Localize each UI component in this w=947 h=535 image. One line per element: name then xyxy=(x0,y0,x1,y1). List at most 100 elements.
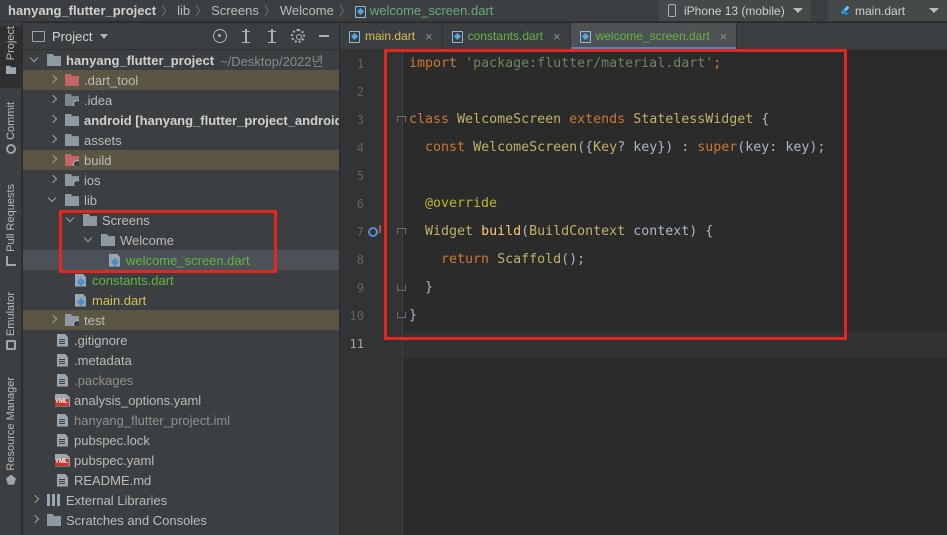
dart-file-icon xyxy=(451,30,463,43)
toolwindow-tab-project[interactable]: Project xyxy=(0,26,22,88)
toolwindow-tab-pull-requests[interactable]: Pull Requests xyxy=(0,184,22,284)
tree-item-ios[interactable]: ios xyxy=(23,170,339,190)
fold-icon[interactable] xyxy=(397,228,406,237)
tree-item-project-root[interactable]: hanyang_flutter_project ~/Desktop/2022년 xyxy=(23,50,339,70)
chevron-right-icon[interactable] xyxy=(49,136,57,144)
chevron-right-icon[interactable] xyxy=(49,316,57,324)
chevron-down-icon[interactable] xyxy=(85,236,93,244)
tree-item-gitignore[interactable]: .gitignore xyxy=(23,330,339,350)
excluded-folder-icon xyxy=(65,154,79,166)
breadcrumb-lib[interactable]: lib xyxy=(177,3,190,18)
fold-icon[interactable] xyxy=(397,116,406,125)
fold-icon[interactable] xyxy=(397,309,406,318)
tree-item-scratches[interactable]: Scratches and Consoles xyxy=(23,510,339,530)
code-token: (); xyxy=(561,252,586,267)
tree-item-metadata[interactable]: .metadata xyxy=(23,350,339,370)
tree-item-packages[interactable]: .packages xyxy=(23,370,339,390)
device-selector[interactable]: iPhone 13 (mobile) xyxy=(659,0,811,21)
tree-item-pubspec-lock[interactable]: pubspec.lock xyxy=(23,430,339,450)
chevron-right-icon[interactable] xyxy=(49,96,57,104)
breadcrumb-welcome[interactable]: Welcome xyxy=(280,3,334,18)
toolwindow-tab-label: Resource Manager xyxy=(5,377,17,471)
collapse-all-icon[interactable] xyxy=(265,29,279,43)
tree-item-test[interactable]: test xyxy=(23,310,339,330)
tree-item-pubspec-yaml[interactable]: pubspec.yaml xyxy=(23,450,339,470)
code-token: class xyxy=(409,112,450,127)
expand-all-icon[interactable] xyxy=(239,29,253,43)
file-icon xyxy=(57,353,68,367)
file-icon xyxy=(57,433,68,447)
pull-request-icon xyxy=(6,255,16,266)
tree-item-main-dart[interactable]: main.dart xyxy=(23,290,339,310)
tree-item-screens[interactable]: Screens xyxy=(23,210,339,230)
code-editor[interactable]: 1 2 3 4 5 6 7 8 9 10 11 import 'package:… xyxy=(340,50,947,535)
select-opened-file-icon[interactable] xyxy=(213,29,227,43)
tab-constants-dart[interactable]: constants.dart × xyxy=(443,23,571,49)
close-icon[interactable]: × xyxy=(553,29,561,44)
tree-item-external-libraries[interactable]: External Libraries xyxy=(23,490,339,510)
chevron-right-icon[interactable] xyxy=(49,76,57,84)
tree-item-constants-dart[interactable]: constants.dart xyxy=(23,270,339,290)
minimize-icon[interactable] xyxy=(317,29,331,43)
tree-item-readme[interactable]: README.md xyxy=(23,470,339,490)
chevron-down-icon[interactable] xyxy=(31,56,39,64)
breadcrumb-file[interactable]: welcome_screen.dart xyxy=(370,3,494,18)
close-icon[interactable]: × xyxy=(720,29,728,44)
close-icon[interactable]: × xyxy=(425,29,433,44)
gear-icon[interactable] xyxy=(291,29,305,43)
tree-item-label: hanyang_flutter_project.iml xyxy=(74,412,231,428)
chevron-down-icon[interactable] xyxy=(100,33,109,39)
toolwindow-tab-resource-manager[interactable]: Resource Manager xyxy=(0,377,22,497)
tree-item-iml[interactable]: hanyang_flutter_project.iml xyxy=(23,410,339,430)
code-line-4: const WelcomeScreen({Key? key}) : super(… xyxy=(409,140,825,155)
chevron-right-icon[interactable] xyxy=(49,156,57,164)
code-line-6: @override xyxy=(409,196,497,211)
breadcrumb-project[interactable]: hanyang_flutter_project xyxy=(8,3,156,18)
tab-welcome-screen-dart[interactable]: welcome_screen.dart × xyxy=(570,23,738,50)
chevron-right-icon[interactable] xyxy=(49,116,57,124)
tree-item-android[interactable]: android [hanyang_flutter_project_android… xyxy=(23,110,339,130)
code-token: super xyxy=(697,140,738,155)
toolwindow-tab-emulator[interactable]: Emulator xyxy=(0,292,22,377)
tree-item-idea[interactable]: .idea xyxy=(23,90,339,110)
tree-item-label: hanyang_flutter_project xyxy=(66,52,215,68)
tree-item-lib[interactable]: lib xyxy=(23,190,339,210)
run-configuration-selector[interactable]: main.dart xyxy=(828,0,947,21)
yaml-file-icon xyxy=(55,453,70,467)
fold-icon[interactable] xyxy=(397,282,406,291)
chevron-down-icon[interactable] xyxy=(67,216,75,224)
tree-item-welcome-screen-dart[interactable]: welcome_screen.dart xyxy=(23,250,339,270)
chevron-right-icon[interactable] xyxy=(49,176,57,184)
tree-item-assets[interactable]: assets xyxy=(23,130,339,150)
code-token: (key: key); xyxy=(737,140,826,155)
chevron-right-icon[interactable] xyxy=(31,496,39,504)
override-method-icon[interactable] xyxy=(368,225,381,237)
code-token: build xyxy=(481,224,522,239)
tree-item-build[interactable]: build xyxy=(23,150,339,170)
breadcrumb-separator: 〉 xyxy=(263,4,276,18)
folder-icon xyxy=(65,194,79,206)
code-token: Key xyxy=(593,140,618,155)
tree-item-welcome[interactable]: Welcome xyxy=(23,230,339,250)
yaml-file-icon xyxy=(55,393,70,407)
dart-file-icon xyxy=(349,30,360,43)
tree-item-label: analysis_options.yaml xyxy=(74,392,202,408)
code-token: ({ xyxy=(577,140,594,155)
tree-item-label: Screens xyxy=(102,212,150,228)
code-token: Scaffold xyxy=(497,252,562,267)
breadcrumb-screens[interactable]: Screens xyxy=(211,3,259,18)
chevron-down-icon[interactable] xyxy=(49,196,57,204)
code-line-3: class WelcomeScreen extends StatelessWid… xyxy=(409,112,769,127)
project-panel-title[interactable]: Project xyxy=(52,29,92,44)
tab-main-dart[interactable]: main.dart × xyxy=(340,23,443,49)
phone-icon xyxy=(668,4,676,17)
code-token: 'package:flutter/material.dart' xyxy=(465,56,714,71)
chevron-right-icon[interactable] xyxy=(31,516,39,524)
tree-item-dart-tool[interactable]: .dart_tool xyxy=(23,70,339,90)
tree-item-label: test xyxy=(84,312,105,328)
tree-item-analysis-options[interactable]: analysis_options.yaml xyxy=(23,390,339,410)
chevron-down-icon xyxy=(793,8,803,13)
markdown-file-icon xyxy=(57,473,68,487)
line-number: 8 xyxy=(356,253,364,267)
toolwindow-tab-commit[interactable]: Commit xyxy=(0,102,22,172)
